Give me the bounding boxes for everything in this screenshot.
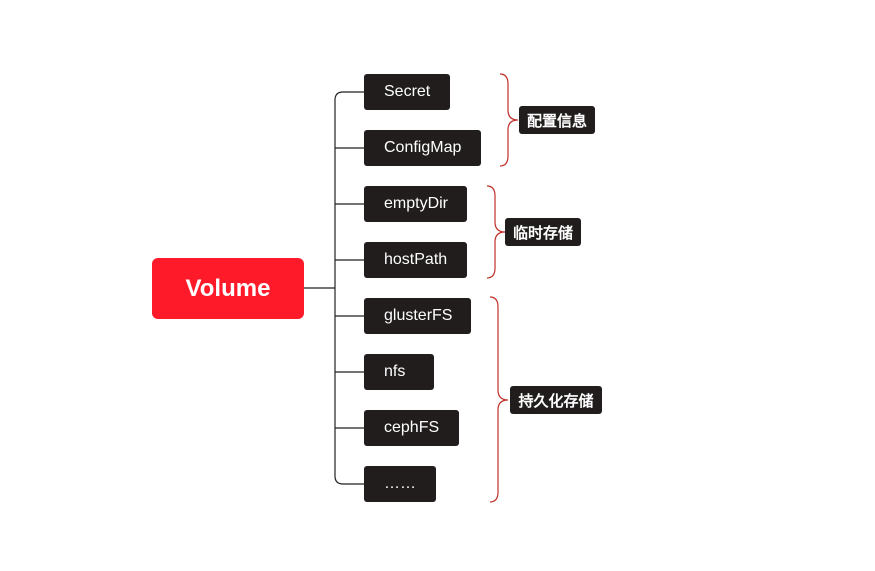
leaf-hostpath: hostPath <box>364 242 467 278</box>
leaf-secret: Secret <box>364 74 450 110</box>
brace-config <box>499 73 519 167</box>
group-label-config: 配置信息 <box>519 106 595 134</box>
leaf-glusterfs: glusterFS <box>364 298 471 334</box>
brace-temp <box>486 185 506 279</box>
group-label-persistent: 持久化存储 <box>510 386 602 414</box>
group-label-temp: 临时存储 <box>505 218 581 246</box>
leaf-ellipsis: …… <box>364 466 436 502</box>
leaf-nfs: nfs <box>364 354 434 390</box>
root-node-volume: Volume <box>152 258 304 319</box>
trunk-line <box>334 91 364 485</box>
leaf-emptydir: emptyDir <box>364 186 467 222</box>
leaf-configmap: ConfigMap <box>364 130 481 166</box>
leaf-cephfs: cephFS <box>364 410 459 446</box>
brace-persistent <box>489 296 509 503</box>
